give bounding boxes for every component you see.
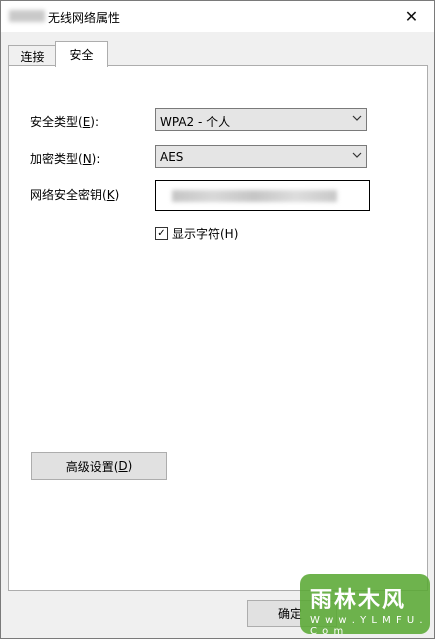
checkbox-box[interactable]: ✓ <box>155 227 168 240</box>
watermark-url: W w w . Y L M F U . C o m <box>310 615 424 637</box>
ok-button-label: 确定 <box>278 607 303 621</box>
encryption-type-value: AES <box>160 150 184 164</box>
network-name-redacted <box>9 10 45 22</box>
close-button[interactable]: ✕ <box>389 1 434 32</box>
close-icon: ✕ <box>404 7 419 26</box>
show-characters-label: 显示字符(H) <box>172 227 239 241</box>
security-type-label: 安全类型(E): <box>30 115 100 129</box>
security-type-value: WPA2 - 个人 <box>160 115 231 129</box>
tab-connection-label: 连接 <box>20 49 45 64</box>
window-title: 无线网络属性 <box>48 11 121 25</box>
show-characters-checkbox[interactable]: ✓ 显示字符(H) <box>155 225 238 242</box>
watermark-text: 雨林木风 <box>310 588 407 613</box>
advanced-settings-button[interactable]: 高级设置(D) <box>31 452 167 480</box>
tab-connection[interactable]: 连接 <box>8 45 57 66</box>
tab-security[interactable]: 安全 <box>55 41 108 67</box>
chevron-down-icon <box>352 152 362 158</box>
chevron-down-icon <box>352 115 362 121</box>
network-key-label: 网络安全密钥(K) <box>30 188 120 202</box>
checkmark-icon: ✓ <box>157 227 166 239</box>
title-bar: 无线网络属性 ✕ <box>1 1 434 32</box>
site-watermark-logo: 雨林木风 W w w . Y L M F U . C o m <box>300 574 430 637</box>
network-key-input[interactable] <box>155 180 370 211</box>
encryption-type-label: 加密类型(N): <box>30 152 101 166</box>
network-key-redacted <box>172 190 337 202</box>
security-panel: 安全类型(E): WPA2 - 个人 加密类型(N): AES 网络安全密钥(K… <box>8 65 428 591</box>
tab-security-label: 安全 <box>69 48 94 62</box>
security-type-select[interactable]: WPA2 - 个人 <box>155 108 367 131</box>
properties-window: 无线网络属性 ✕ 连接 安全 安全类型(E): WPA2 - 个人 加密类型(N… <box>0 0 435 639</box>
encryption-type-select[interactable]: AES <box>155 145 367 168</box>
